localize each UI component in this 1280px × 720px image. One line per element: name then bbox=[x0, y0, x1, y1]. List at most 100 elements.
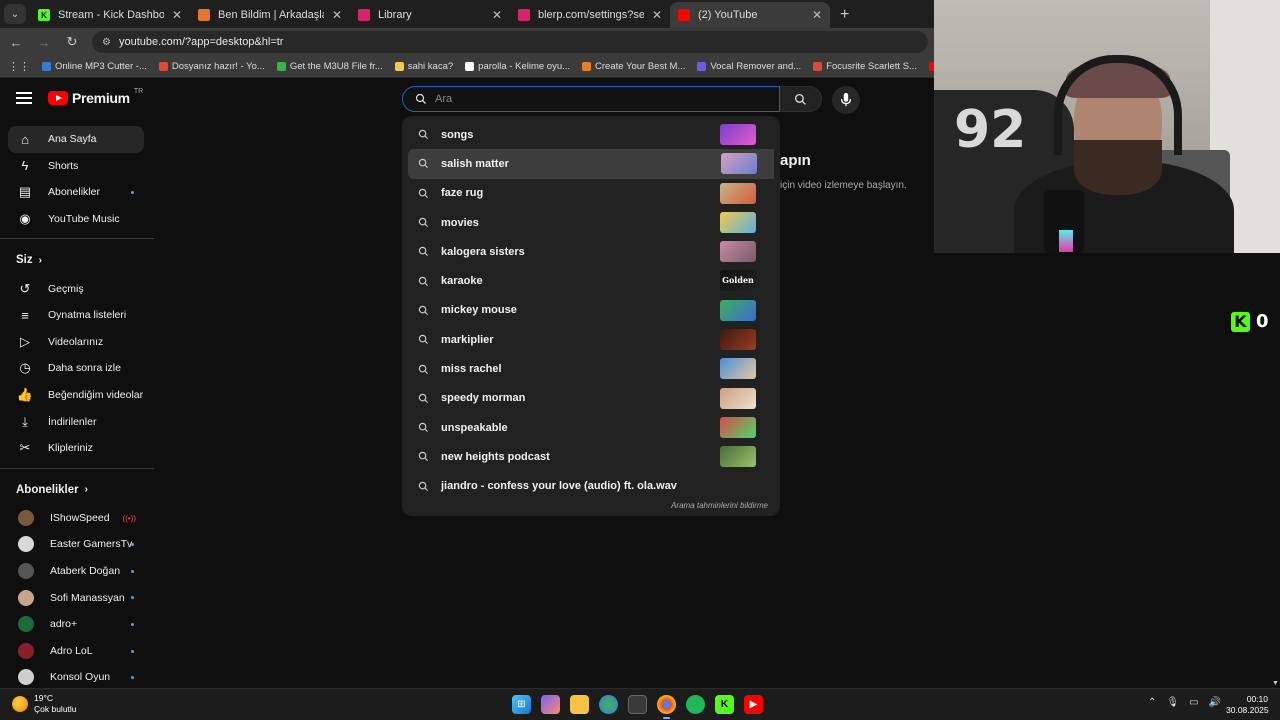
edge-icon[interactable] bbox=[599, 695, 618, 714]
browser-tab[interactable]: (2) YouTube ✕ bbox=[670, 2, 830, 28]
report-suggestions-link[interactable]: Arama tahminlerini bildirme bbox=[671, 501, 768, 510]
sidebar-item[interactable]: IShowSpeed ((•)) bbox=[8, 505, 144, 532]
sidebar-item[interactable]: Konsol Oyun bbox=[8, 664, 144, 688]
spotify-icon[interactable] bbox=[686, 695, 705, 714]
url-field[interactable]: ⚙ youtube.com/?app=desktop&hl=tr bbox=[92, 31, 928, 53]
menu-icon[interactable] bbox=[16, 92, 32, 104]
bookmark-item[interactable]: Get the M3U8 File fr... bbox=[276, 61, 383, 72]
site-info-icon[interactable]: ⚙ bbox=[102, 37, 111, 48]
kick-logo-icon: K bbox=[1231, 311, 1250, 332]
sidebar-item[interactable]: Sofi Manassyan bbox=[8, 584, 144, 611]
kick-app-icon[interactable]: K bbox=[715, 695, 734, 714]
close-icon[interactable]: ✕ bbox=[492, 8, 502, 22]
forward-button[interactable]: → bbox=[36, 35, 52, 50]
search-suggestion[interactable]: kalogera sisters bbox=[402, 237, 780, 266]
tab-search-button[interactable]: ⌄ bbox=[4, 4, 26, 24]
chevron-up-icon[interactable]: ⌃ bbox=[1148, 697, 1156, 708]
taskbar-clock[interactable]: 00:10 30.08.2025 bbox=[1226, 694, 1269, 716]
search-suggestion[interactable]: songs bbox=[402, 120, 780, 149]
suggestion-text: kalogera sisters bbox=[441, 245, 525, 258]
bookmark-item[interactable]: parolla - Kelime oyu... bbox=[465, 61, 570, 72]
search-box[interactable] bbox=[402, 86, 780, 112]
copilot-icon[interactable] bbox=[541, 695, 560, 714]
browser-tab[interactable]: Ben Bildim | Arkadaşlarınla Onli ✕ bbox=[190, 2, 350, 28]
weather-condition: Çok bulutlu bbox=[34, 704, 77, 714]
sidebar-item[interactable]: adro+ bbox=[8, 611, 144, 638]
sidebar-item[interactable]: ◉ YouTube Music bbox=[8, 206, 144, 233]
suggestion-thumbnail bbox=[720, 446, 756, 468]
you-section-header[interactable]: Siz › bbox=[0, 245, 154, 275]
weather-widget[interactable]: 19°C Çok bulutlu bbox=[12, 693, 77, 715]
webcam-overlay: 92 bbox=[934, 0, 1280, 253]
search-icon bbox=[418, 188, 429, 198]
youtube-logo[interactable]: Premium TR bbox=[48, 88, 143, 106]
empty-feed-title: apın bbox=[780, 152, 811, 169]
sidebar-item[interactable]: ▷ Videolarınız bbox=[8, 329, 144, 356]
search-suggestion[interactable]: movies bbox=[402, 208, 780, 237]
bookmark-item[interactable]: sahi kaca? bbox=[394, 61, 453, 72]
sidebar-item[interactable]: Ataberk Doğan bbox=[8, 558, 144, 585]
sidebar-item[interactable]: ⤓ İndirilenler bbox=[8, 408, 144, 435]
browser-tab[interactable]: K Stream - Kick Dashboard ✕ bbox=[30, 2, 190, 28]
close-icon[interactable]: ✕ bbox=[652, 8, 662, 22]
sidebar-item[interactable]: ▤ Abonelikler bbox=[8, 179, 144, 206]
sidebar-item[interactable]: Adro LoL bbox=[8, 638, 144, 665]
volume-icon[interactable]: 🔊 bbox=[1209, 697, 1221, 708]
kick-viewer-count: 0 bbox=[1256, 311, 1269, 332]
microphone-tray-icon[interactable]: 🎙 bbox=[1166, 697, 1179, 708]
search-suggestion[interactable]: miss rachel bbox=[402, 354, 780, 383]
kick-viewer-counter: K 0 bbox=[1231, 311, 1269, 332]
search-icon bbox=[418, 481, 429, 491]
sidebar-item[interactable]: Easter GamersTv bbox=[8, 531, 144, 558]
suggestion-thumbnail bbox=[720, 211, 756, 233]
new-tab-button[interactable]: + bbox=[830, 6, 859, 28]
your-videos-icon: ▷ bbox=[20, 333, 30, 349]
file-explorer-icon[interactable] bbox=[570, 695, 589, 714]
close-icon[interactable]: ✕ bbox=[812, 8, 822, 22]
browser-tab[interactable]: Library ✕ bbox=[350, 2, 510, 28]
search-suggestions-dropdown: songs salish matter faze rug movies kalo… bbox=[402, 116, 780, 516]
sidebar-item[interactable]: 👍 Beğendiğim videolar bbox=[8, 382, 144, 409]
network-icon[interactable]: ▭ bbox=[1189, 697, 1198, 708]
bookmark-item[interactable]: Vocal Remover and... bbox=[697, 61, 801, 72]
bookmark-item[interactable]: Online MP3 Cutter -... bbox=[42, 61, 147, 72]
subscriptions-section-header[interactable]: Abonelikler › bbox=[0, 475, 154, 505]
reload-button[interactable]: ↻ bbox=[64, 34, 80, 50]
sidebar-item[interactable]: ≡ Oynatma listeleri bbox=[8, 302, 144, 329]
search-suggestion[interactable]: unspeakable bbox=[402, 413, 780, 442]
start-icon[interactable]: ⊞ bbox=[512, 695, 531, 714]
sidebar-item[interactable]: ϟ Shorts bbox=[8, 153, 144, 180]
sidebar-item[interactable]: ◷ Daha sonra izle bbox=[8, 355, 144, 382]
search-suggestion[interactable]: jiandro - confess your love (audio) ft. … bbox=[402, 472, 780, 501]
search-suggestion[interactable]: new heights podcast bbox=[402, 442, 780, 471]
suggestion-text: mickey mouse bbox=[441, 304, 517, 317]
sidebar-item[interactable]: ⌂ Ana Sayfa bbox=[8, 126, 144, 153]
watch-later-icon: ◷ bbox=[19, 360, 31, 376]
sidebar-item[interactable]: ✂ Klipleriniz bbox=[8, 435, 144, 462]
search-input[interactable] bbox=[435, 93, 779, 105]
chrome-icon[interactable] bbox=[657, 695, 676, 719]
scrollbar-down-arrow[interactable]: ▼ bbox=[1272, 680, 1279, 687]
bookmark-favicon-icon bbox=[276, 62, 286, 71]
voice-search-button[interactable] bbox=[832, 86, 860, 114]
search-suggestion[interactable]: markiplier bbox=[402, 325, 780, 354]
bookmark-item[interactable]: Dosyanız hazır! - Yo... bbox=[158, 61, 265, 72]
search-suggestion[interactable]: mickey mouse bbox=[402, 296, 780, 325]
apps-grid-icon[interactable]: ⋮⋮ bbox=[8, 60, 30, 73]
close-icon[interactable]: ✕ bbox=[332, 8, 342, 22]
bookmark-item[interactable]: Create Your Best M... bbox=[582, 61, 685, 72]
sidebar-item[interactable]: ↺ Geçmiş bbox=[8, 275, 144, 302]
bookmark-item[interactable]: Focusrite Scarlett S... bbox=[813, 61, 917, 72]
browser-tab[interactable]: blerp.com/settings?settingsTyp ✕ bbox=[510, 2, 670, 28]
clock-time: 00:10 bbox=[1246, 694, 1268, 704]
close-icon[interactable]: ✕ bbox=[172, 8, 182, 22]
search-suggestion[interactable]: faze rug bbox=[402, 179, 780, 208]
youtube-app-icon[interactable]: ▶ bbox=[744, 695, 763, 714]
search-suggestion[interactable]: speedy morman bbox=[402, 384, 780, 413]
store-icon[interactable] bbox=[628, 695, 647, 714]
back-button[interactable]: ← bbox=[8, 35, 24, 50]
search-button[interactable] bbox=[780, 86, 822, 112]
sidebar-item-label: Videolarınız bbox=[48, 335, 104, 348]
search-suggestion[interactable]: karaoke Golden bbox=[402, 266, 780, 295]
search-suggestion[interactable]: salish matter bbox=[408, 149, 774, 179]
